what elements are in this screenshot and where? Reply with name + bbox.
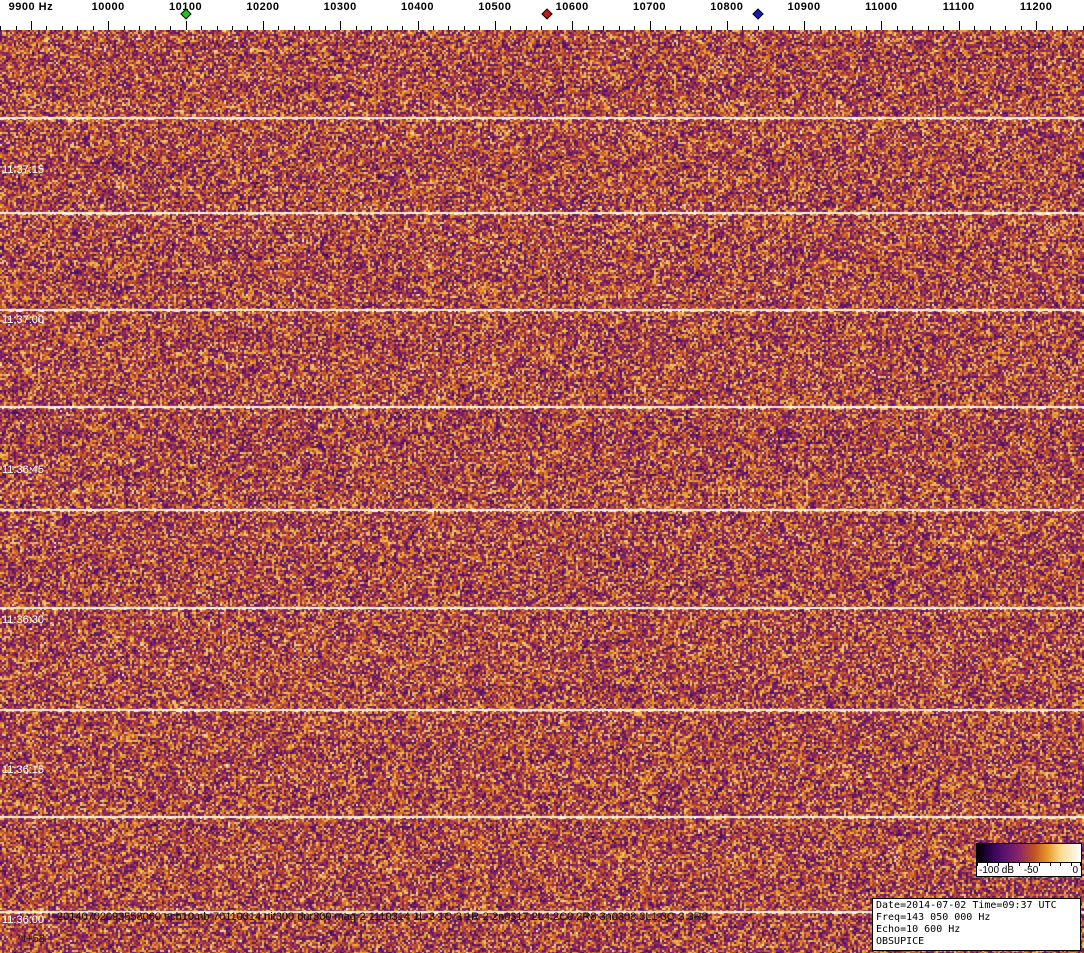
time-tick-label: 11:36:30 <box>2 614 44 626</box>
info-echo-frequency: Echo=10 600 Hz <box>876 924 1077 936</box>
freq-tick <box>340 21 341 30</box>
frequency-scale[interactable]: 9900 Hz100001010010200103001040010500106… <box>0 0 1084 30</box>
colorbar-max-label: 0 <box>1072 865 1078 876</box>
waterfall-overlays: 11:36:00 11:36:15 11:36:30 11:36:45 11:37:00… <box>0 30 1084 953</box>
color-scale-legend: -100 dB -50 0 <box>976 843 1082 877</box>
freq-tick <box>31 21 32 30</box>
info-station-name: OBSUPICE <box>876 936 1077 948</box>
freq-tick <box>959 21 960 30</box>
freq-tick <box>727 21 728 30</box>
freq-tick <box>650 21 651 30</box>
capture-settings-text: 20140702093558060 nch10 nb-70110314 nit3… <box>57 911 708 923</box>
cursor-readout-text: ^t+58 <box>18 933 45 945</box>
freq-tick <box>108 21 109 30</box>
freq-tick-label: 10600 <box>556 1 589 13</box>
colorbar-tick <box>1050 863 1051 866</box>
freq-tick-label: 10900 <box>788 1 821 13</box>
status-info-box: Date=2014-07-02 Time=09:37 UTC Freq=143 … <box>872 898 1081 951</box>
freq-tick-label: 10800 <box>710 1 743 13</box>
info-frequency: Freq=143 050 000 Hz <box>876 912 1077 924</box>
freq-tick <box>1036 21 1037 30</box>
freq-tick-label: 11000 <box>865 1 897 13</box>
freq-tick <box>804 21 805 30</box>
freq-tick <box>495 21 496 30</box>
colorbar-tick <box>1039 863 1040 866</box>
colorbar-tick <box>1071 863 1072 866</box>
marker-blue[interactable] <box>752 8 763 19</box>
freq-tick-label: 10000 <box>92 1 125 13</box>
freq-tick-label: 10400 <box>401 1 434 13</box>
info-date-time: Date=2014-07-02 Time=09:37 UTC <box>876 900 1077 912</box>
freq-tick <box>572 21 573 30</box>
time-tick-label: 11:36:45 <box>2 464 44 476</box>
freq-tick-label: 11100 <box>943 1 975 13</box>
colorbar-tick <box>1019 863 1020 866</box>
freq-tick-label: 9900 Hz <box>9 1 53 13</box>
color-scale-labels: -100 dB -50 0 <box>976 863 1082 877</box>
waterfall-area: 11:36:00 11:36:15 11:36:30 11:36:45 11:37:00… <box>0 30 1084 953</box>
colorbar-tick <box>998 863 999 866</box>
time-tick-label: 11:36:15 <box>2 764 44 776</box>
colorbar-tick <box>1060 863 1061 866</box>
freq-tick-label: 10700 <box>633 1 666 13</box>
freq-tick <box>418 21 419 30</box>
colorbar-tick <box>1008 863 1009 866</box>
colorbar-tick <box>977 863 978 866</box>
marker-red[interactable] <box>542 8 553 19</box>
colorbar-tick <box>1080 863 1081 866</box>
time-tick-label: 11:37:15 <box>2 164 44 176</box>
freq-tick <box>881 21 882 30</box>
freq-tick <box>186 21 187 30</box>
freq-tick-label: 11200 <box>1020 1 1052 13</box>
freq-tick-label: 10500 <box>478 1 511 13</box>
colorbar-mid-label: -50 <box>1024 865 1038 876</box>
freq-tick <box>263 21 264 30</box>
freq-tick-label: 10300 <box>324 1 357 13</box>
colorbar-tick <box>1029 863 1030 866</box>
colorbar-min-label: -100 dB <box>979 865 1014 876</box>
spectrogram-app: 9900 Hz100001010010200103001040010500106… <box>0 0 1084 953</box>
colorbar-tick <box>987 863 988 866</box>
time-tick-label: 11:37:00 <box>2 314 44 326</box>
freq-tick-label: 10200 <box>246 1 279 13</box>
time-tick-label: 11:36:00 <box>2 914 44 926</box>
color-gradient-bar <box>976 843 1082 863</box>
